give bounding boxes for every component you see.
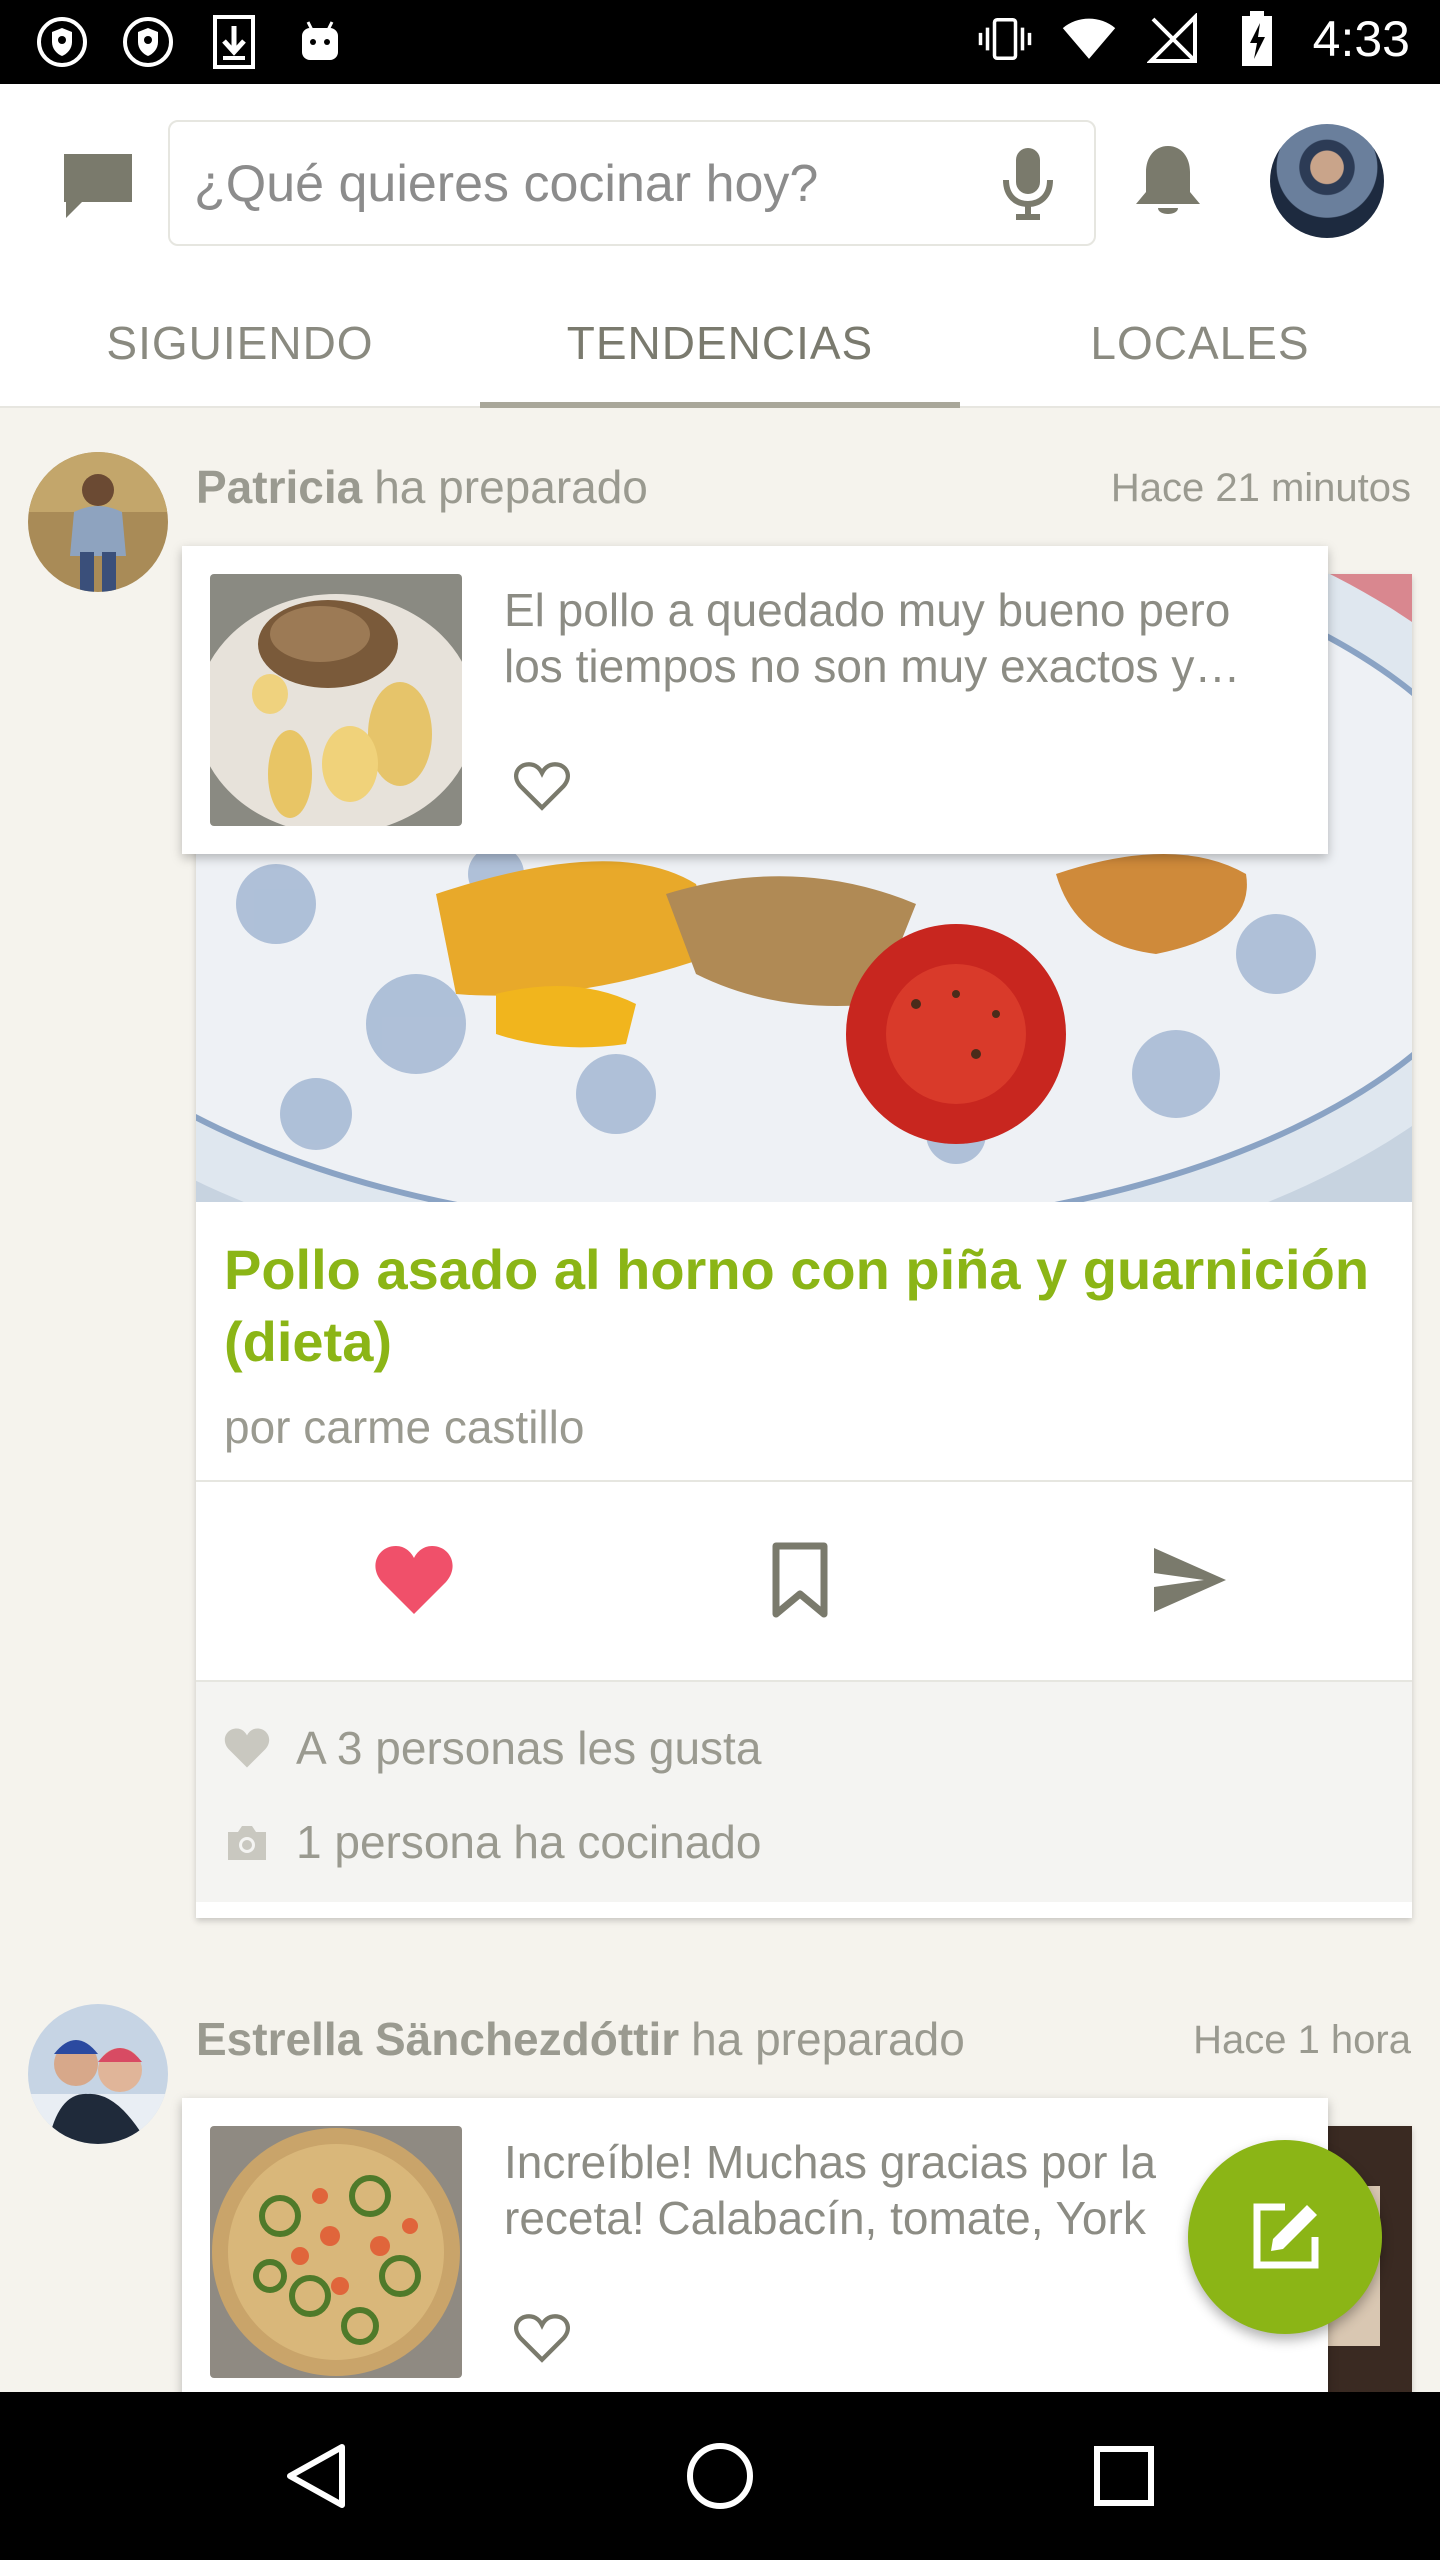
camera-icon — [228, 1826, 266, 1860]
recents-button[interactable] — [1074, 2426, 1174, 2526]
post-header: Patricia ha preparado Hace 21 minutos — [196, 460, 1411, 520]
profile-avatar[interactable] — [1270, 124, 1384, 238]
clock: 4:33 — [1312, 11, 1410, 67]
system-nav-bar — [0, 2392, 1440, 2560]
heart-outline-icon — [514, 762, 570, 811]
heart-outline-icon — [514, 2314, 570, 2363]
no-signal-icon — [1145, 11, 1201, 67]
back-button[interactable] — [266, 2426, 366, 2526]
cook-comment-text: El pollo a quedado muy bueno pero los ti… — [504, 584, 1241, 692]
app-bar — [0, 84, 1440, 280]
status-bar: 4:33 — [0, 0, 1440, 84]
comment-like-button[interactable] — [510, 754, 574, 818]
cook-comment-card[interactable]: El pollo a quedado muy bueno pero los ti… — [182, 546, 1328, 854]
likes-text: A 3 personas les gusta — [296, 1722, 762, 1774]
recipe-stats: A 3 personas les gusta 1 persona ha coci… — [196, 1680, 1412, 1902]
post-user-avatar[interactable] — [28, 452, 168, 592]
home-circle-icon — [687, 2443, 753, 2509]
cook-photo-thumbnail[interactable] — [210, 574, 462, 826]
recipe-author[interactable]: por carme castillo — [224, 1400, 584, 1454]
post-user-name[interactable]: Patricia — [196, 461, 362, 513]
voice-search-button[interactable] — [988, 144, 1068, 224]
chat-button[interactable] — [56, 144, 140, 228]
cook-comment-text: Increíble! Muchas gracias por la receta!… — [504, 2136, 1156, 2244]
back-triangle-icon — [287, 2444, 345, 2508]
wifi-icon — [1061, 11, 1117, 67]
heart-icon — [224, 1728, 270, 1768]
notifications-button[interactable] — [1124, 138, 1212, 226]
post-header: Estrella Sänchezdóttir ha preparado Hace … — [196, 2012, 1411, 2072]
shield-icon — [34, 14, 90, 70]
bookmark-icon — [772, 1542, 828, 1618]
android-icon — [292, 14, 348, 70]
cooked-stat[interactable]: 1 persona ha cocinado — [224, 1812, 761, 1872]
recents-square-icon — [1094, 2446, 1154, 2506]
post-timestamp: Hace 21 minutos — [1110, 466, 1411, 510]
chat-icon — [64, 154, 132, 218]
tab-tendencias[interactable]: TENDENCIAS — [480, 280, 960, 408]
feed[interactable]: Patricia ha preparado Hace 21 minutos Po… — [0, 410, 1440, 2392]
download-icon — [206, 14, 262, 70]
search-input[interactable] — [194, 152, 954, 216]
like-button[interactable] — [364, 1530, 464, 1630]
save-button[interactable] — [750, 1530, 850, 1630]
comment-like-button[interactable] — [510, 2306, 574, 2370]
shield-icon — [120, 14, 176, 70]
cook-comment-card[interactable]: Increíble! Muchas gracias por la receta!… — [182, 2098, 1328, 2392]
likes-stat[interactable]: A 3 personas les gusta — [224, 1718, 761, 1778]
tab-locales[interactable]: LOCALES — [960, 280, 1440, 406]
send-icon — [1154, 1548, 1226, 1612]
recipe-actions — [196, 1482, 1412, 1678]
search-bar[interactable] — [168, 120, 1096, 246]
edit-icon — [1253, 2203, 1319, 2269]
mic-icon — [1003, 148, 1053, 220]
home-button[interactable] — [670, 2426, 770, 2526]
cook-photo-thumbnail[interactable] — [210, 2126, 462, 2378]
bell-icon — [1136, 146, 1200, 214]
heart-filled-icon — [375, 1546, 453, 1614]
post-user-name[interactable]: Estrella Sänchezdóttir — [196, 2013, 679, 2065]
vibrate-icon — [977, 11, 1033, 67]
compose-button[interactable] — [1188, 2140, 1382, 2334]
post-action-text: ha preparado — [374, 461, 648, 513]
share-button[interactable] — [1140, 1530, 1240, 1630]
battery-charging-icon — [1229, 11, 1285, 67]
post-action-text: ha preparado — [691, 2013, 965, 2065]
recipe-title[interactable]: Pollo asado al horno con piña y guarnici… — [224, 1234, 1384, 1378]
cooked-text: 1 persona ha cocinado — [296, 1816, 762, 1868]
post-timestamp: Hace 1 hora — [1193, 2018, 1411, 2062]
tab-siguiendo[interactable]: SIGUIENDO — [0, 280, 480, 406]
feed-tabs: SIGUIENDO TENDENCIAS LOCALES — [0, 280, 1440, 408]
post-user-avatar[interactable] — [28, 2004, 168, 2144]
